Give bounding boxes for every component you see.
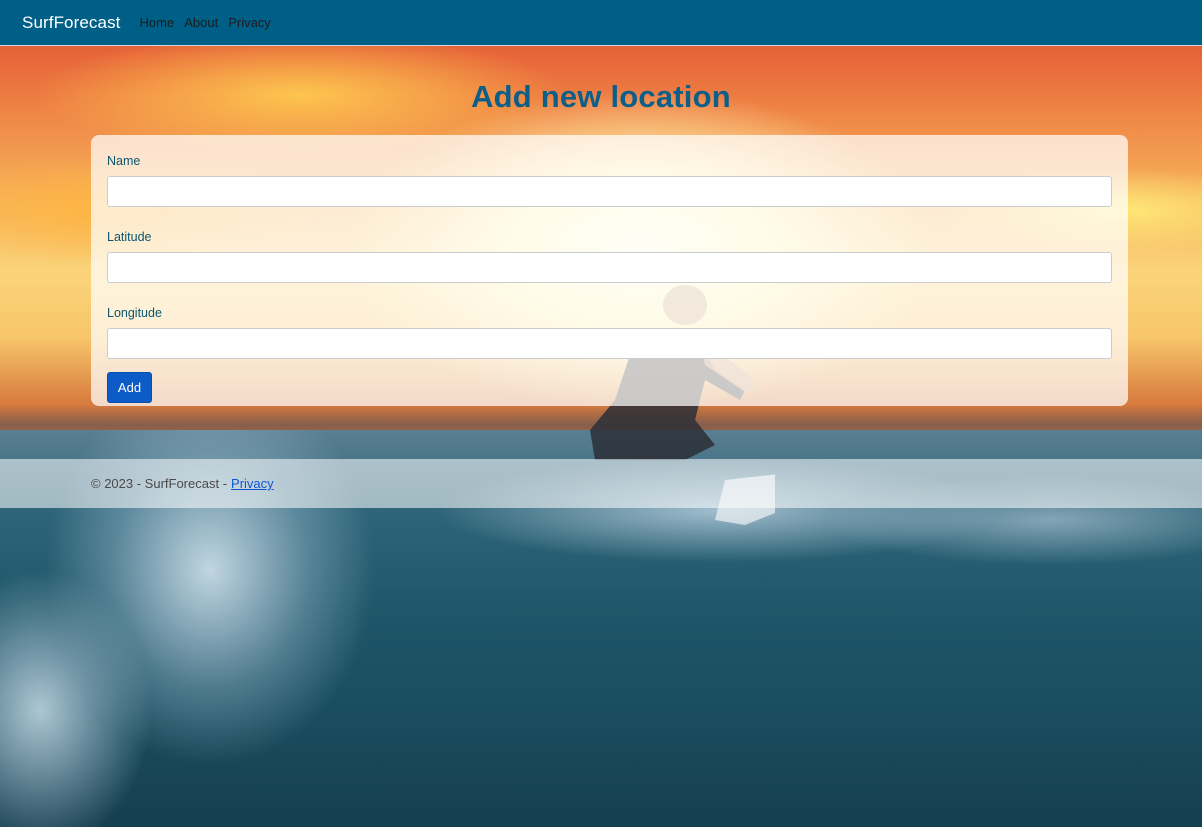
nav-link-privacy[interactable]: Privacy <box>228 15 271 30</box>
name-input[interactable] <box>107 176 1112 207</box>
name-label: Name <box>107 154 141 168</box>
latitude-label: Latitude <box>107 230 152 244</box>
footer: © 2023 - SurfForecast - Privacy <box>0 459 1202 508</box>
footer-privacy-link[interactable]: Privacy <box>231 476 274 491</box>
nav-link-about[interactable]: About <box>184 15 218 30</box>
add-button[interactable]: Add <box>107 372 152 403</box>
add-location-form: Name Latitude Longitude Add <box>91 135 1128 406</box>
brand-link[interactable]: SurfForecast <box>22 13 121 33</box>
latitude-input[interactable] <box>107 252 1112 283</box>
nav-link-home[interactable]: Home <box>140 15 175 30</box>
main-content: Add new location Name Latitude Longitude… <box>0 46 1202 406</box>
longitude-input[interactable] <box>107 328 1112 359</box>
background-image <box>0 0 1202 827</box>
top-navbar: SurfForecast Home About Privacy <box>0 0 1202 46</box>
longitude-label: Longitude <box>107 306 162 320</box>
page-title: Add new location <box>471 79 731 114</box>
footer-copyright: © 2023 - SurfForecast - <box>91 476 228 491</box>
